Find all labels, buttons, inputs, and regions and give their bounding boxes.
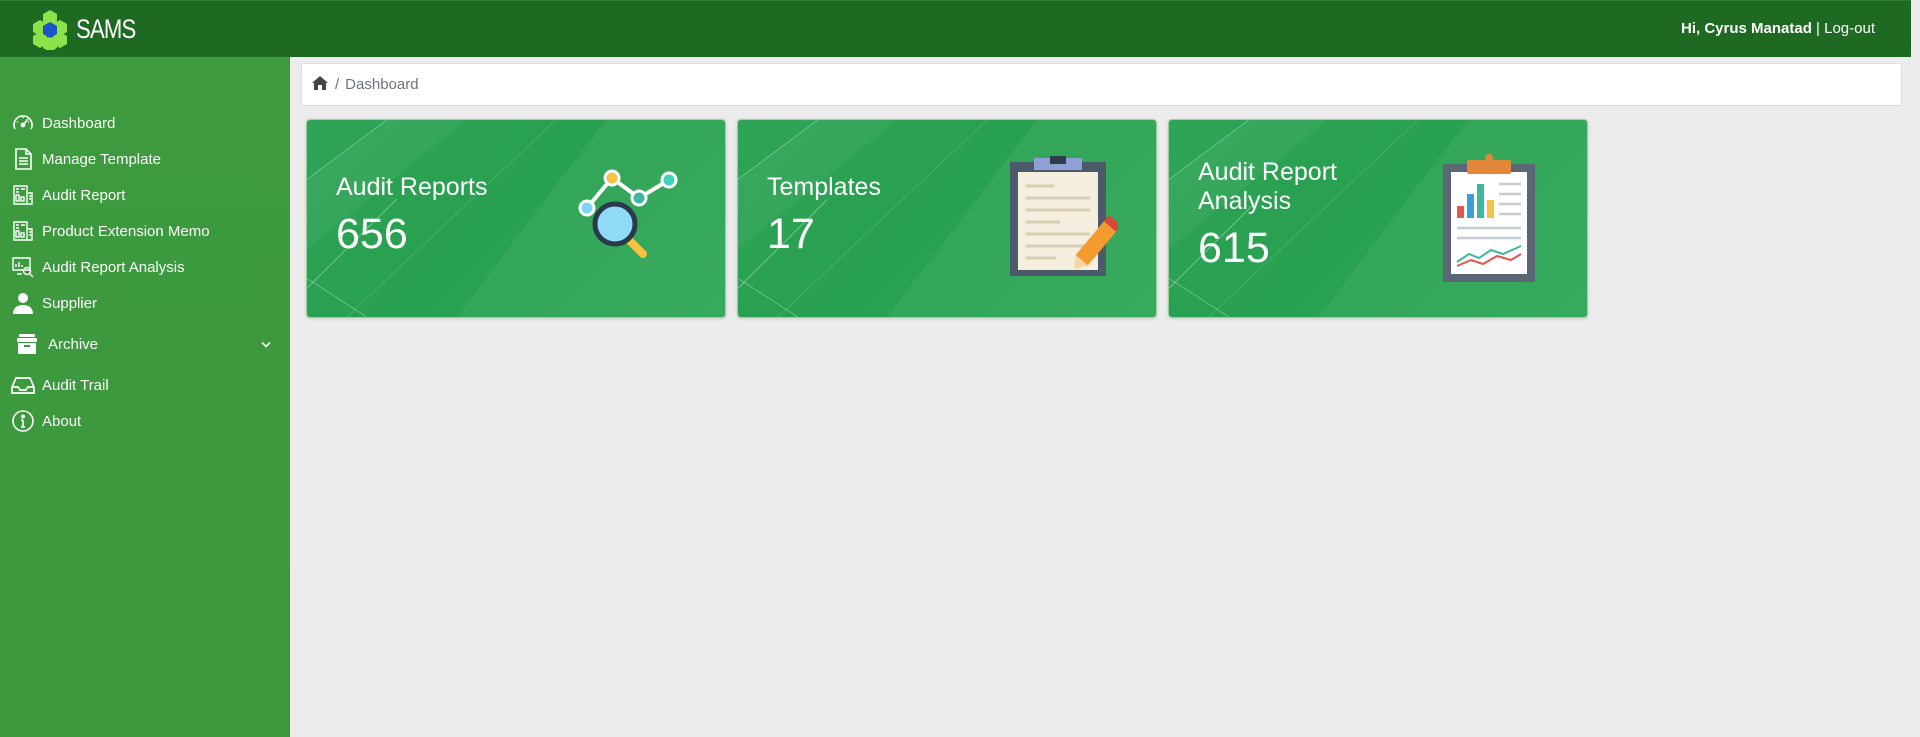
user-greeting: Hi, Cyrus Manatad: [1681, 20, 1812, 37]
sidebar-item-archive[interactable]: Archive: [0, 321, 290, 367]
report-icon: [10, 182, 36, 208]
user-icon: [10, 290, 36, 316]
card-audit-reports[interactable]: Audit Reports 656: [306, 119, 726, 318]
card-value: 615: [1198, 224, 1270, 272]
card-title: Audit Reports: [336, 173, 488, 201]
sidebar-item-dashboard[interactable]: Dashboard: [0, 105, 290, 141]
archive-box-icon: [14, 331, 40, 357]
sidebar-item-label: Dashboard: [42, 114, 116, 132]
home-icon[interactable]: [312, 75, 328, 94]
breadcrumb: / Dashboard: [301, 63, 1902, 106]
card-title-line: Analysis: [1198, 187, 1292, 215]
sidebar-item-label: Archive: [48, 335, 99, 353]
sidebar-item-audit-report[interactable]: Audit Report: [0, 177, 290, 213]
breadcrumb-separator: /: [335, 76, 340, 93]
user-area: Hi, Cyrus Manatad | Log-out: [1681, 20, 1875, 37]
inbox-tray-icon: [10, 372, 36, 398]
sidebar-item-label: Audit Report: [42, 186, 126, 204]
clipboard-pencil-icon: [1010, 156, 1118, 276]
analysis-icon: [10, 254, 36, 280]
clipboard-chart-icon: [1443, 154, 1535, 282]
card-value: 17: [767, 210, 815, 258]
logout-link[interactable]: Log-out: [1824, 20, 1875, 37]
dashboard-gauge-icon: [10, 110, 36, 136]
header-separator: |: [1816, 20, 1820, 37]
sidebar: Dashboard Manage Template Audit Report P…: [0, 57, 290, 737]
card-audit-report-analysis[interactable]: Audit Report Analysis 615: [1168, 119, 1588, 318]
sidebar-item-label: Audit Trail: [42, 376, 109, 394]
card-title: Templates: [767, 173, 881, 201]
breadcrumb-current: Dashboard: [345, 76, 419, 93]
chevron-down-icon[interactable]: [260, 336, 272, 353]
app-name: SAMS: [76, 13, 136, 44]
sidebar-item-label: Audit Report Analysis: [42, 258, 185, 276]
sidebar-item-label: Product Extension Memo: [42, 222, 210, 240]
top-header: SAMS Hi, Cyrus Manatad | Log-out: [0, 0, 1911, 57]
hexagon-logo-icon: [33, 10, 67, 50]
document-icon: [10, 146, 36, 172]
card-title-line: Audit Report: [1198, 158, 1337, 186]
memo-icon: [10, 218, 36, 244]
sidebar-item-label: Manage Template: [42, 150, 161, 168]
sidebar-item-audit-report-analysis[interactable]: Audit Report Analysis: [0, 249, 290, 285]
card-templates[interactable]: Templates 17: [737, 119, 1157, 318]
sidebar-item-label: About: [42, 412, 82, 430]
sidebar-item-product-extension-memo[interactable]: Product Extension Memo: [0, 213, 290, 249]
card-value: 656: [336, 210, 408, 258]
card-title: Audit Report Analysis: [1198, 158, 1337, 216]
sidebar-item-supplier[interactable]: Supplier: [0, 285, 290, 321]
chart-magnifier-icon: [578, 169, 678, 258]
brand-logo[interactable]: SAMS: [28, 8, 149, 50]
sidebar-item-audit-trail[interactable]: Audit Trail: [0, 367, 290, 403]
sidebar-item-about[interactable]: About: [0, 403, 290, 439]
sidebar-menu: Dashboard Manage Template Audit Report P…: [0, 105, 290, 439]
sidebar-item-label: Supplier: [42, 294, 98, 312]
info-icon: [10, 408, 36, 434]
sidebar-item-manage-template[interactable]: Manage Template: [0, 141, 290, 177]
